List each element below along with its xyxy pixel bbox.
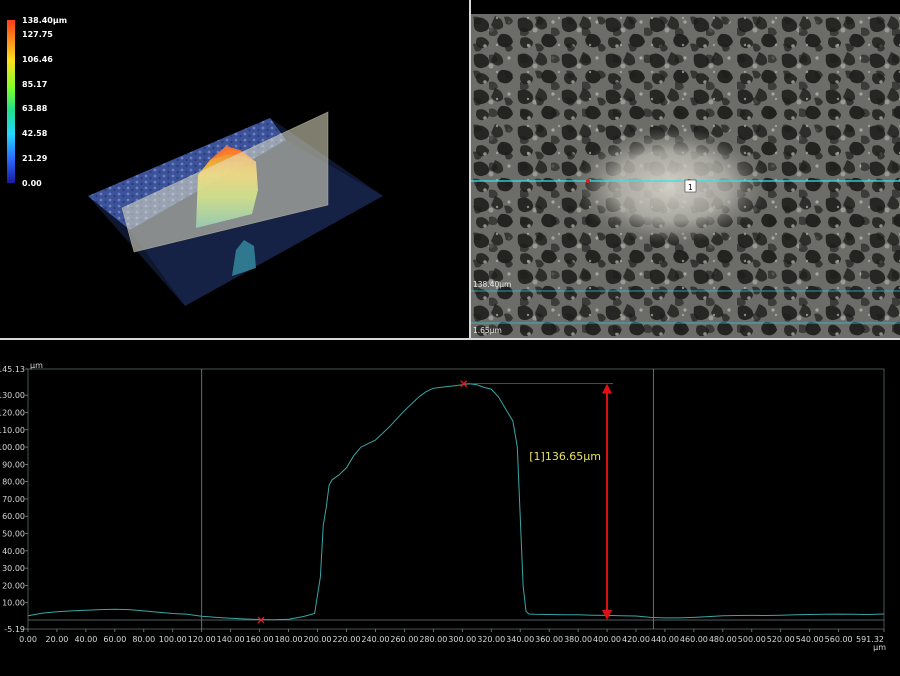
y-tick-label: 145.13 [0,365,25,374]
y-tick-label: 60.00 [2,512,25,521]
x-tick-label: 380.00 [564,635,592,644]
x-tick-label: 360.00 [535,635,563,644]
surface-3d-canvas: 138.40µm 127.75 106.46 85.17 63.88 42.58… [7,16,383,306]
x-tick-label: 500.00 [738,635,766,644]
colorbar-label: 0.00 [22,179,42,188]
y-tick-label: 20.00 [2,581,25,590]
y-tick-label: -5.19 [4,625,25,634]
x-tick-label: 400.00 [593,635,621,644]
x-tick-label: 260.00 [390,635,418,644]
colorbar-label: 42.58 [22,129,48,138]
scale-label: 138.40µm [473,280,511,289]
y-tick-label: 50.00 [2,530,25,539]
x-axis-label: µm [873,643,886,652]
colorbar-label: 138.40µm [22,16,67,25]
profile-chart-panel[interactable]: 145.13 130.00 120.00 110.00 100.00 90.00 80.00… [0,340,900,676]
x-tick-label: 180.00 [275,635,303,644]
y-tick-label: 80.00 [2,478,25,487]
x-tick-label: 520.00 [767,635,795,644]
y-tick-label: 90.00 [2,460,25,469]
colorbar [7,20,15,183]
line-marker-label: 1 [688,183,693,192]
x-tick-label: 440.00 [651,635,679,644]
arrow-head-top [602,383,613,394]
y-tick-label: 30.00 [2,564,25,573]
x-tick-label: 280.00 [419,635,447,644]
profile-series-line [27,383,885,621]
x-tick-label: 300.00 [448,635,476,644]
profile-marker [586,179,590,183]
colorbar-label: 21.29 [22,154,48,163]
y-tick-label: 120.00 [0,408,25,417]
x-tick-label: 340.00 [506,635,534,644]
plot-frame [27,368,885,630]
y-tick-label: 40.00 [2,547,25,556]
x-tick-label: 320.00 [477,635,505,644]
x-tick-label: 100.00 [159,635,187,644]
x-tick-label: 80.00 [132,635,155,644]
y-tick-label: 100.00 [0,443,25,452]
colorbar-label: 106.46 [22,55,53,64]
deposit-spot [575,128,767,244]
y-tick-label: 110.00 [0,426,25,435]
x-tick-label: 240.00 [361,635,389,644]
x-tick-label: 20.00 [45,635,68,644]
x-tick-label: 40.00 [74,635,97,644]
x-tick-label: 460.00 [680,635,708,644]
y-tick-label: 70.00 [2,495,25,504]
x-tick-label: 60.00 [103,635,126,644]
x-tick-label: 220.00 [332,635,360,644]
optical-image-view[interactable]: 1 138.40µm 1.65µm [471,14,900,338]
x-tick-label: 0.00 [19,635,37,644]
y-tick-label: 10.00 [2,599,25,608]
measurement-label: [1]136.65µm [529,450,601,463]
y-tick-label: 130.00 [0,391,25,400]
colorbar-label: 63.88 [22,104,48,113]
x-tick-label: 140.00 [217,635,245,644]
x-tick-label: 420.00 [622,635,650,644]
scale-label: 1.65µm [473,326,502,335]
x-tick-label: 480.00 [709,635,737,644]
surface-3d-view[interactable]: 138.40µm 127.75 106.46 85.17 63.88 42.58… [0,0,469,338]
micrograph-canvas: 1 138.40µm 1.65µm [471,14,900,338]
colorbar-label: 85.17 [22,80,47,89]
x-tick-label: 560.00 [825,635,853,644]
profile-chart: 145.13 130.00 120.00 110.00 100.00 90.00 80.00… [0,361,886,652]
x-tick-label: 540.00 [796,635,824,644]
y-axis-label: µm [30,361,43,370]
x-tick-label: 120.00 [188,635,216,644]
colorbar-label: 127.75 [22,30,53,39]
x-tick-label: 160.00 [246,635,274,644]
x-tick-label: 200.00 [304,635,332,644]
